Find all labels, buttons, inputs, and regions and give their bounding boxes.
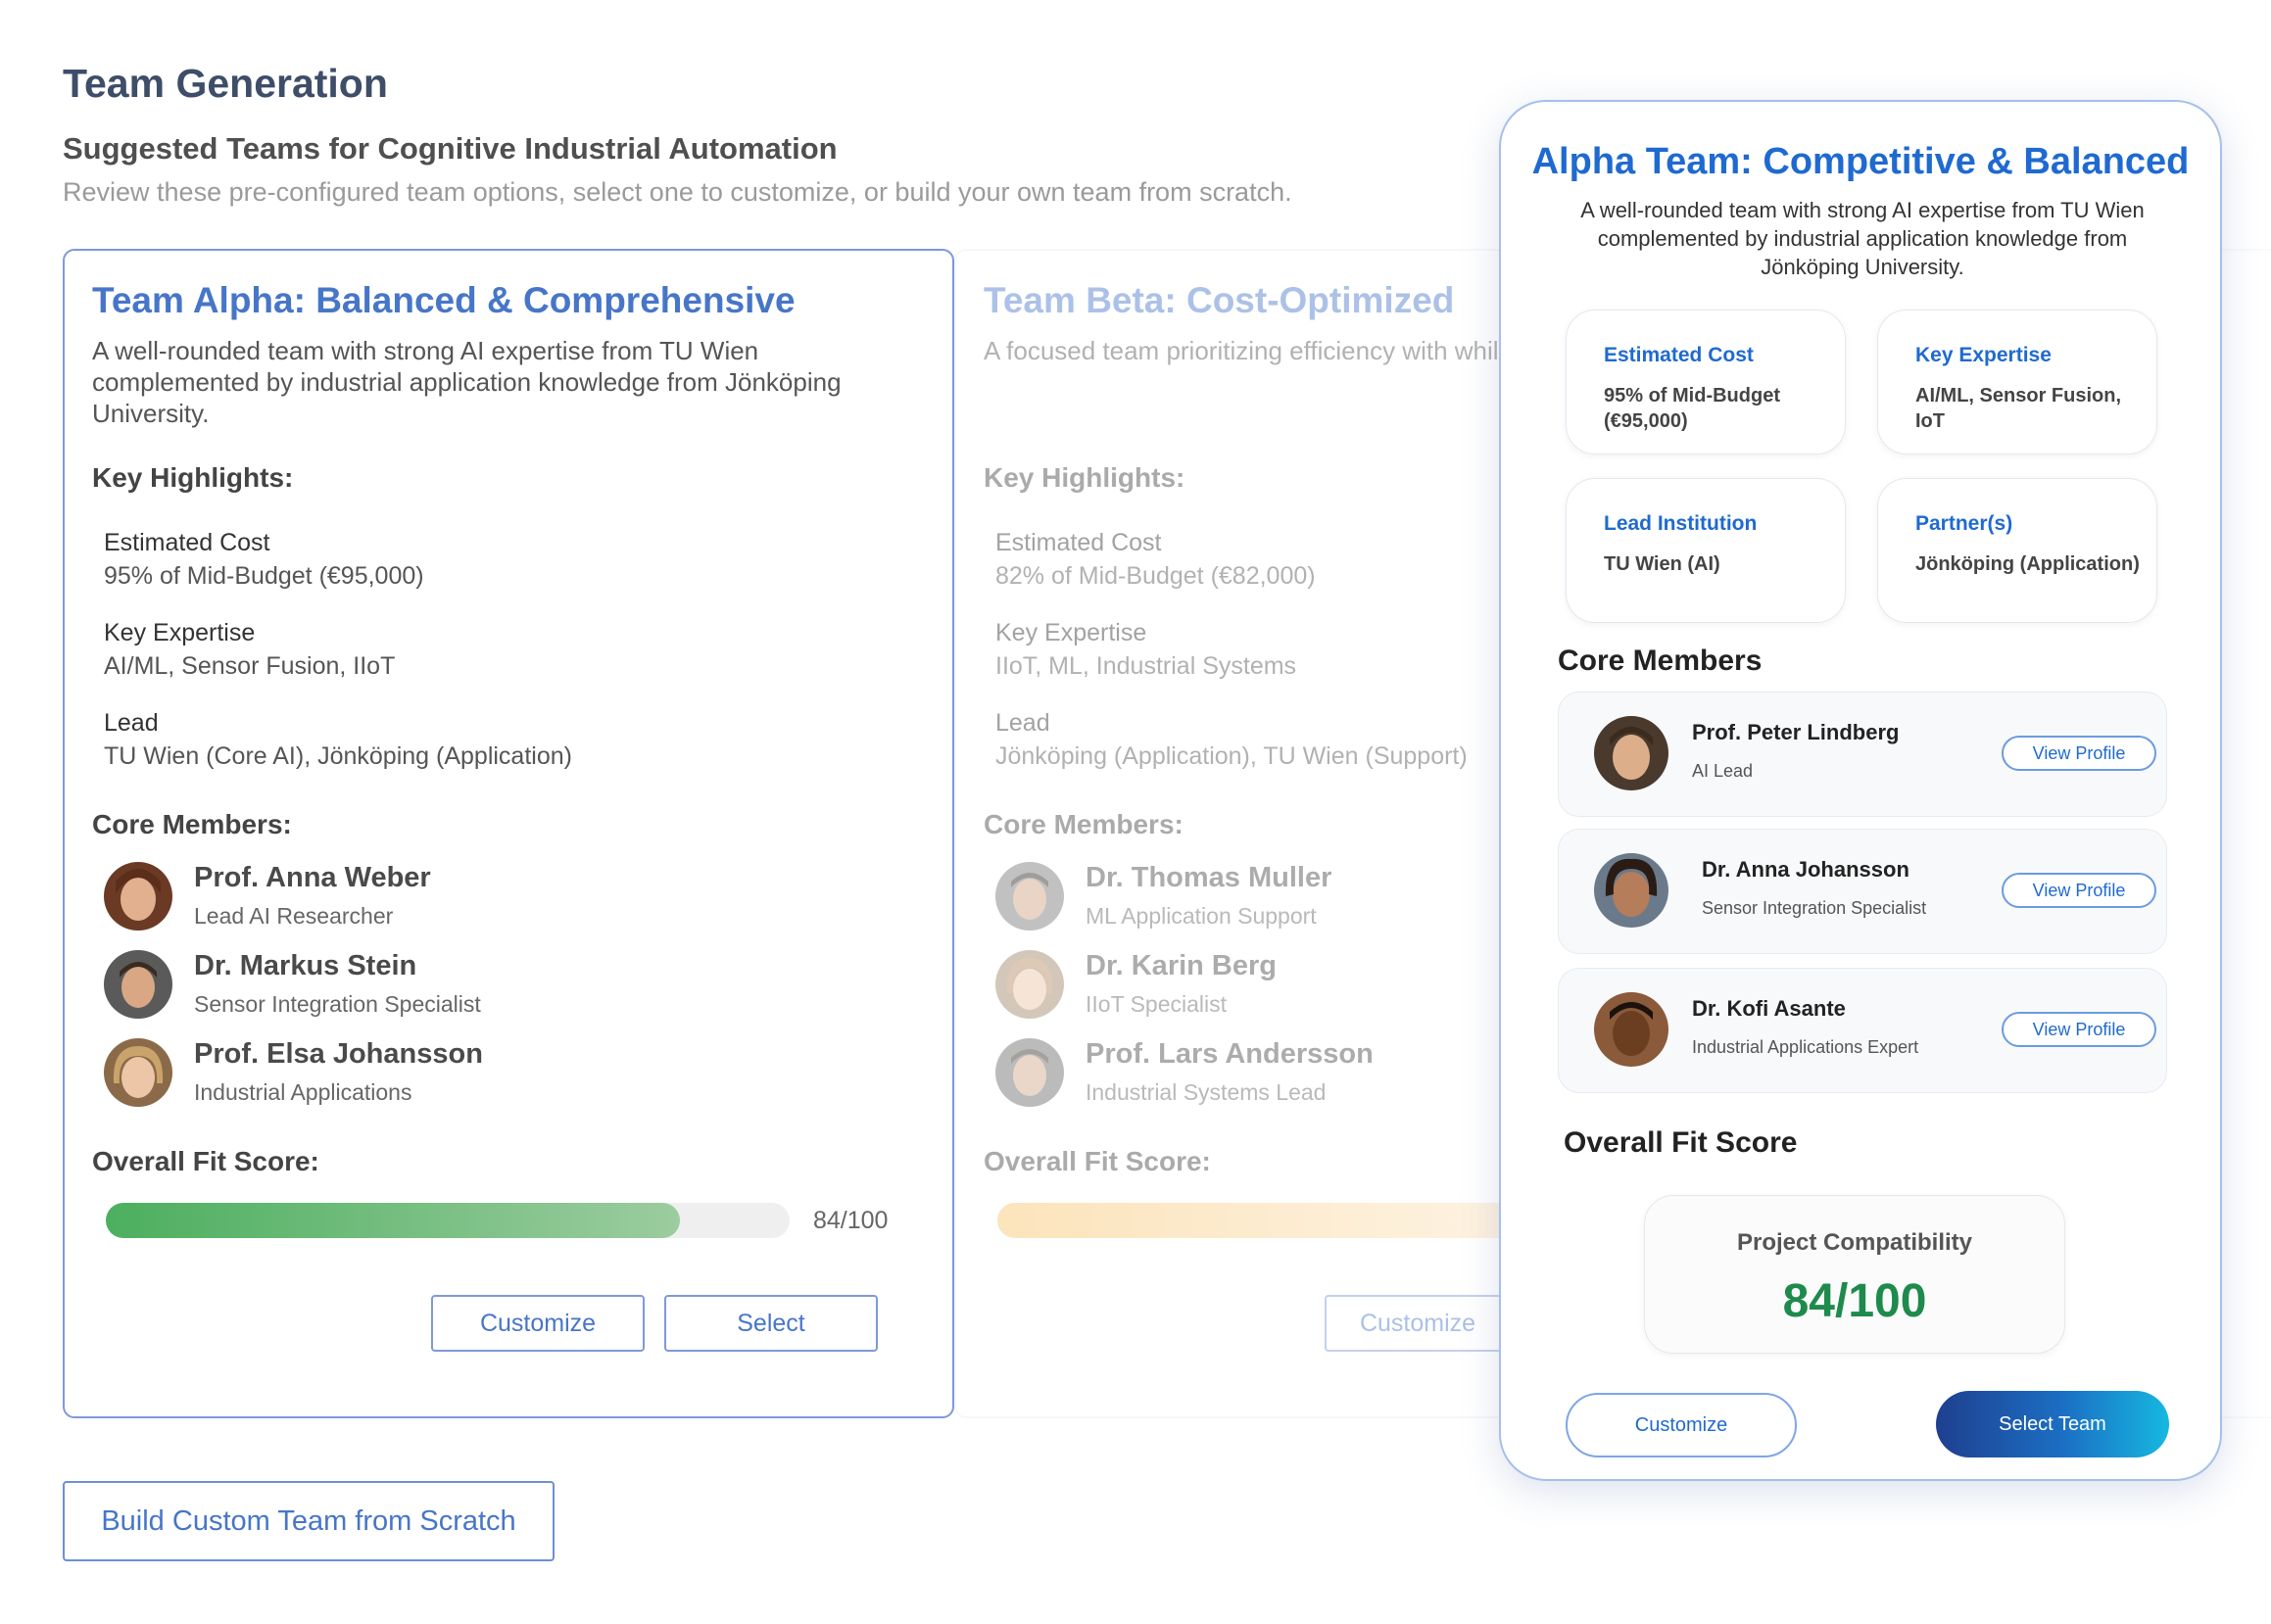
member-role: Sensor Integration Specialist — [194, 991, 481, 1017]
partners-box: Partner(s) Jönköping (Application) — [1877, 478, 2157, 623]
select-button[interactable]: Select — [664, 1295, 878, 1352]
compatibility-score-box: Project Compatibility 84/100 — [1644, 1195, 2065, 1354]
avatar — [995, 950, 1064, 1019]
fit-score-heading: Overall Fit Score: — [92, 1146, 319, 1176]
member-item: Dr. Markus Stein Sensor Integration Spec… — [104, 950, 692, 1028]
build-custom-team-button[interactable]: Build Custom Team from Scratch — [63, 1481, 555, 1561]
avatar — [104, 950, 172, 1019]
view-profile-button[interactable]: View Profile — [2002, 736, 2156, 771]
customize-button[interactable]: Customize — [1566, 1393, 1797, 1457]
highlight-label: Lead — [104, 709, 159, 737]
section-subtitle: Suggested Teams for Cognitive Industrial… — [63, 131, 838, 166]
score-value: 84/100 — [1782, 1275, 1927, 1327]
member-role: Lead AI Researcher — [194, 903, 394, 929]
highlights-heading: Key Highlights: — [92, 462, 294, 493]
member-name: Dr. Anna Johansson — [1702, 857, 1909, 882]
member-name: Prof. Anna Weber — [194, 862, 431, 893]
member-name: Prof. Peter Lindberg — [1692, 720, 1900, 744]
avatar — [104, 862, 172, 931]
member-name: Dr. Thomas Muller — [1086, 862, 1332, 893]
members-heading: Core Members: — [92, 809, 292, 839]
box-label: Estimated Cost — [1604, 344, 1754, 366]
member-item: Dr. Karin Berg IIoT Specialist — [995, 950, 1583, 1028]
member-name: Prof. Elsa Johansson — [194, 1038, 483, 1070]
fit-score-heading: Overall Fit Score — [1564, 1126, 1798, 1159]
box-value: AI/ML, Sensor Fusion, IoT — [1915, 385, 2122, 432]
avatar — [104, 1038, 172, 1107]
member-item: Prof. Elsa Johansson Industrial Applicat… — [104, 1038, 692, 1117]
avatar — [1594, 853, 1668, 928]
card-description: A well-rounded team with strong AI exper… — [92, 336, 842, 428]
box-label: Partner(s) — [1915, 512, 2013, 535]
member-role: AI Lead — [1692, 761, 1754, 781]
estimated-cost-box: Estimated Cost 95% of Mid-Budget (€95,00… — [1566, 310, 1846, 454]
select-team-button[interactable]: Select Team — [1936, 1391, 2169, 1457]
member-name: Dr. Kofi Asante — [1692, 996, 1846, 1021]
fit-score-label: 84/100 — [813, 1207, 889, 1234]
page-title: Team Generation — [63, 61, 388, 106]
highlight-value: IIoT, ML, Industrial Systems — [995, 652, 1297, 680]
card-title: Team Alpha: Balanced & Comprehensive — [92, 280, 796, 320]
highlight-label: Lead — [995, 709, 1050, 737]
panel-description: A well-rounded team with strong AI exper… — [1580, 198, 2145, 279]
view-profile-button[interactable]: View Profile — [2002, 873, 2156, 908]
highlight-label: Key Expertise — [995, 619, 1147, 646]
member-item: Prof. Anna Weber Lead AI Researcher — [104, 862, 692, 940]
key-expertise-box: Key Expertise AI/ML, Sensor Fusion, IoT — [1877, 310, 2157, 454]
member-card: Prof. Peter Lindberg AI Lead View Profil… — [1558, 692, 2167, 817]
avatar — [1594, 992, 1668, 1067]
member-card: Dr. Kofi Asante Industrial Applications … — [1558, 968, 2167, 1093]
member-name: Dr. Markus Stein — [194, 950, 417, 981]
core-members-heading: Core Members — [1558, 645, 1763, 677]
fit-score-fill — [106, 1203, 680, 1238]
member-role: Industrial Applications — [194, 1079, 412, 1105]
fit-score-bar — [997, 1203, 1546, 1238]
avatar — [995, 1038, 1064, 1107]
box-label: Lead Institution — [1604, 512, 1758, 535]
member-card: Dr. Anna Johansson Sensor Integration Sp… — [1558, 829, 2167, 954]
member-role: ML Application Support — [1086, 903, 1317, 929]
highlights-heading: Key Highlights: — [984, 462, 1185, 493]
panel-title: Alpha Team: Competitive & Balanced — [1531, 141, 2190, 182]
member-name: Prof. Lars Andersson — [1086, 1038, 1374, 1070]
members-heading: Core Members: — [984, 809, 1184, 839]
member-role: IIoT Specialist — [1086, 991, 1228, 1017]
member-name: Dr. Karin Berg — [1086, 950, 1277, 981]
highlight-value: Jönköping (Application), TU Wien (Suppor… — [995, 742, 1468, 770]
highlight-value: AI/ML, Sensor Fusion, IIoT — [104, 652, 396, 680]
box-value: Jönköping (Application) — [1915, 553, 2140, 575]
score-label: Project Compatibility — [1736, 1229, 1973, 1256]
member-role: Sensor Integration Specialist — [1702, 898, 1927, 918]
box-label: Key Expertise — [1915, 344, 2052, 366]
member-role: Industrial Systems Lead — [1086, 1079, 1327, 1105]
member-role: Industrial Applications Expert — [1692, 1037, 1919, 1057]
fit-score-bar — [106, 1203, 790, 1238]
highlight-label: Key Expertise — [104, 619, 256, 646]
view-profile-button[interactable]: View Profile — [2002, 1012, 2156, 1047]
avatar — [1594, 716, 1668, 790]
section-description: Review these pre-configured team options… — [63, 177, 1292, 207]
highlight-label: Estimated Cost — [104, 529, 270, 556]
avatar — [995, 862, 1064, 931]
highlight-value: 82% of Mid-Budget (€82,000) — [995, 562, 1316, 590]
customize-button[interactable]: Customize — [1325, 1295, 1511, 1352]
customize-button[interactable]: Customize — [431, 1295, 645, 1352]
card-description: A focused team prioritizing efficiency w… — [984, 336, 1513, 365]
highlight-value: TU Wien (Core AI), Jönköping (Applicatio… — [104, 742, 572, 770]
team-detail-panel: Alpha Team: Competitive & Balanced A wel… — [1499, 100, 2222, 1481]
member-item: Dr. Thomas Muller ML Application Support — [995, 862, 1583, 940]
fit-score-heading: Overall Fit Score: — [984, 1146, 1211, 1176]
box-value: 95% of Mid-Budget (€95,000) — [1604, 385, 1780, 432]
highlight-label: Estimated Cost — [995, 529, 1162, 556]
member-item: Prof. Lars Andersson Industrial Systems … — [995, 1038, 1583, 1117]
lead-institution-box: Lead Institution TU Wien (AI) — [1566, 478, 1846, 623]
box-value: TU Wien (AI) — [1604, 553, 1720, 575]
fit-score-fill — [997, 1203, 1546, 1238]
card-title: Team Beta: Cost-Optimized — [984, 280, 1455, 320]
team-card-alpha[interactable]: Team Alpha: Balanced & Comprehensive A w… — [63, 249, 954, 1418]
highlight-value: 95% of Mid-Budget (€95,000) — [104, 562, 424, 590]
